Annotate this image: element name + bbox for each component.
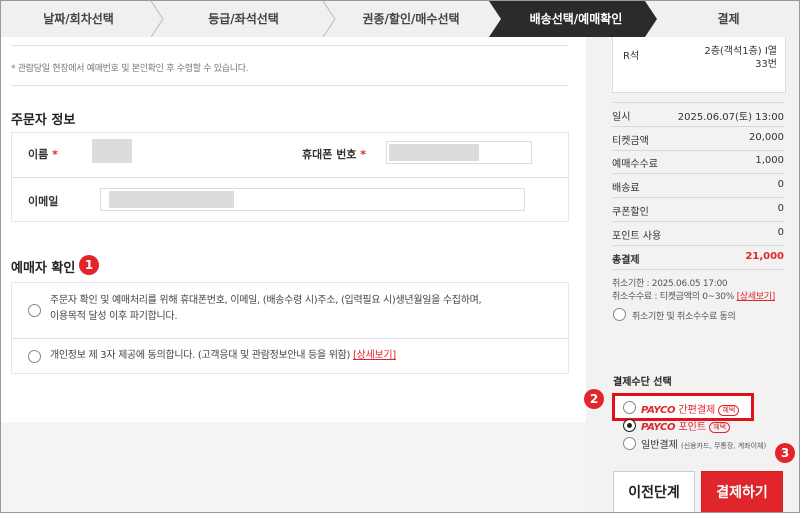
- summary-row-coupon: 쿠폰할인 0: [612, 203, 784, 218]
- divider: [612, 173, 784, 174]
- payment-summary-panel: R석 2층(객석1층) I열 33번 일시 2025.06.07(토) 13:00…: [584, 37, 799, 512]
- divider: [612, 221, 784, 222]
- step-ticket-type: 권종/할인/매수선택: [362, 12, 460, 26]
- step-badge-1: 1: [79, 255, 99, 275]
- cancel-fee: 취소수수료 : 티켓금액의 0~30% [상세보기]: [612, 292, 776, 302]
- cancel-agree-label: 취소기한 및 취소수수료 동의: [632, 312, 736, 322]
- cancel-fee-detail-link[interactable]: [상세보기]: [737, 292, 776, 302]
- step-date: 날짜/회차선택: [43, 12, 114, 26]
- summary-row-total: 총결제 21,000: [612, 251, 784, 266]
- name-value-redacted: [92, 139, 132, 163]
- divider: [612, 269, 784, 270]
- divider: [12, 338, 568, 339]
- email-label: 이메일: [28, 195, 59, 208]
- seat-info-box: R석 2층(객석1층) I열 33번: [612, 37, 786, 93]
- divider: [612, 126, 784, 127]
- step-badge-3: 3: [775, 443, 795, 463]
- phone-label: 휴대폰 번호 *: [302, 148, 367, 161]
- phone-input[interactable]: [386, 141, 532, 164]
- divider: [11, 85, 568, 86]
- summary-row-date: 일시 2025.06.07(토) 13:00: [612, 112, 784, 123]
- summary-row-points: 포인트 사용 0: [612, 227, 784, 242]
- summary-row-delivery: 배송료 0: [612, 179, 784, 194]
- divider: [612, 102, 784, 103]
- agree-third-party-text: 개인정보 제 3자 제공에 동의합니다. (고객응대 및 관람정보안내 등을 위…: [50, 350, 396, 361]
- payco-point-radio[interactable]: [623, 419, 636, 432]
- agree-collect-radio[interactable]: [28, 304, 41, 317]
- email-value-redacted: [109, 191, 234, 208]
- payco-easypay-option[interactable]: PAYCO 간편결제 혜택: [641, 401, 740, 416]
- cancel-deadline: 취소기한 : 2025.06.05 17:00: [612, 279, 728, 289]
- orderer-info-title: 주문자 정보: [11, 113, 76, 128]
- step-delivery-confirm: 배송선택/예매확인: [529, 12, 623, 26]
- step-seat: 등급/좌석선택: [208, 12, 279, 26]
- divider: [612, 197, 784, 198]
- email-input[interactable]: [100, 188, 525, 211]
- order-form-panel: * 관람당일 현장에서 예매번호 및 본인확인 후 수령할 수 있습니다. 주문…: [1, 37, 586, 512]
- payco-point-option[interactable]: PAYCO 포인트 혜택: [641, 418, 731, 433]
- step-badge-2: 2: [584, 389, 604, 409]
- payment-method-title: 결제수단 선택: [613, 377, 672, 388]
- divider: [612, 150, 784, 151]
- seat-grade: R석: [623, 51, 640, 62]
- divider: [11, 45, 568, 46]
- step-payment: 결제: [717, 12, 740, 26]
- agree-third-party-radio[interactable]: [28, 350, 41, 363]
- step-progress-bar: 날짜/회차선택 등급/좌석선택 권종/할인/매수선택 배송선택/예매확인 결제: [1, 1, 799, 37]
- pickup-note: * 관람당일 현장에서 예매번호 및 본인확인 후 수령할 수 있습니다.: [11, 64, 249, 74]
- seat-location: 2층(객석1층) I열 33번: [704, 46, 777, 70]
- cancel-agree-radio[interactable]: [613, 308, 626, 321]
- footer-strip: [1, 422, 586, 512]
- general-payment-option[interactable]: 일반결제 (신용카드, 무통장, 계좌이체): [641, 436, 766, 451]
- buyer-confirm-title: 예매자 확인: [11, 261, 76, 276]
- payco-easypay-radio[interactable]: [623, 401, 636, 414]
- name-label: 이름 *: [28, 148, 58, 161]
- pay-button[interactable]: 결제하기: [701, 471, 783, 512]
- agree-collect-text: 주문자 확인 및 예매처리를 위해 휴대폰번호, 이메일, (배송수령 시)주소…: [50, 295, 482, 322]
- booking-window: 날짜/회차선택 등급/좌석선택 권종/할인/매수선택 배송선택/예매확인 결제 …: [0, 0, 800, 513]
- third-party-detail-link[interactable]: [상세보기]: [353, 350, 396, 361]
- orderer-info-box: 이름 * 휴대폰 번호 * 이메일: [11, 132, 569, 222]
- summary-row-ticket-price: 티켓금액 20,000: [612, 132, 784, 147]
- agreement-box: 주문자 확인 및 예매처리를 위해 휴대폰번호, 이메일, (배송수령 시)주소…: [11, 282, 569, 374]
- general-payment-radio[interactable]: [623, 437, 636, 450]
- divider: [12, 177, 568, 178]
- phone-value-redacted: [389, 144, 479, 161]
- summary-row-booking-fee: 예매수수료 1,000: [612, 155, 784, 170]
- divider: [612, 245, 784, 246]
- prev-step-button[interactable]: 이전단계: [613, 471, 695, 512]
